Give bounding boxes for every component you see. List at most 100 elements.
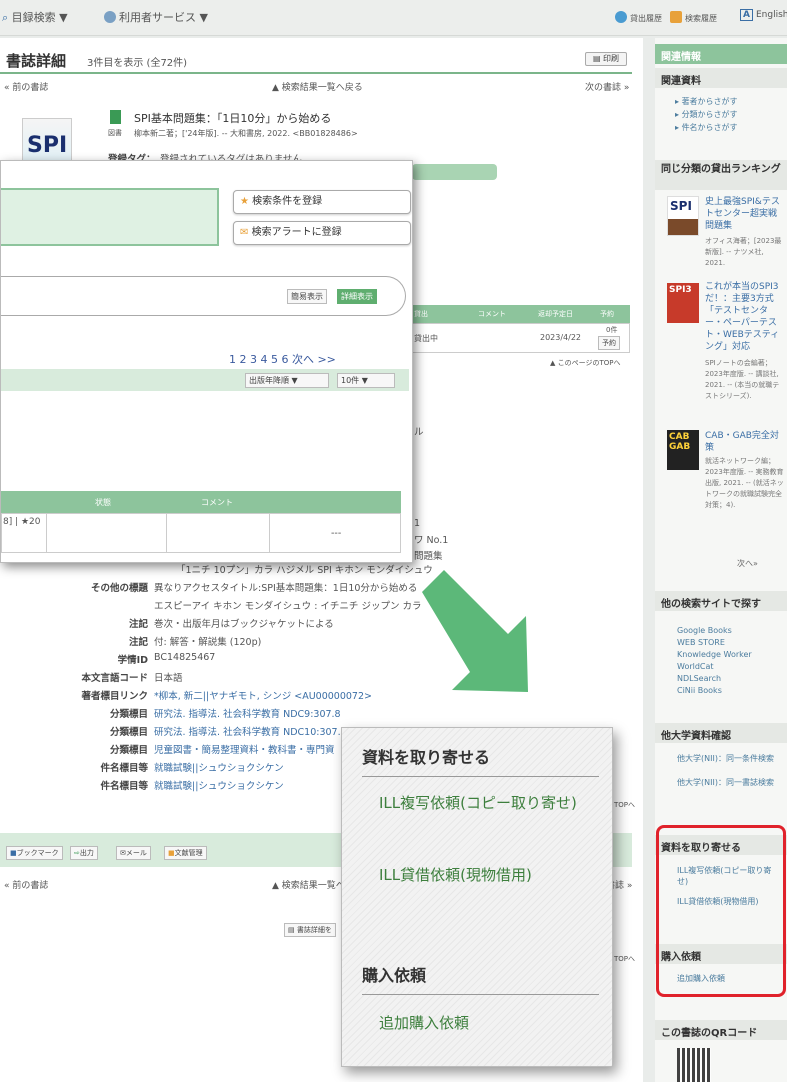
site-link-knowledge-worker[interactable]: Knowledge Worker xyxy=(677,650,752,659)
rank-title-2[interactable]: これが本当のSPI3だ！：主要3方式「テストセンター・ペーパーテスト・WEBテス… xyxy=(705,281,785,353)
rank-cover-3[interactable]: CAB GAB xyxy=(667,430,699,470)
user-services-menu[interactable]: 利用者サービス ▼ xyxy=(104,9,208,25)
sidebar-link-label: 件名からさがす xyxy=(681,123,738,132)
save-search-button[interactable]: ★ 検索条件を登録 xyxy=(233,190,411,214)
reference-label: 文献管理 xyxy=(174,849,203,857)
panel-ill-copy-link[interactable]: ILL複写依頼(コピー取り寄せ) xyxy=(379,790,599,816)
other-sites-heading: 他の検索サイトで探す xyxy=(655,591,787,611)
footer-print-label: 書誌詳細を xyxy=(296,926,332,934)
sidebar-link-subject[interactable]: ▸ 件名からさがす xyxy=(675,122,738,133)
sidebar-link-label: 分類からさがす xyxy=(681,110,738,119)
catalog-search-menu[interactable]: ⌕ 目録検索 ▼ xyxy=(2,9,68,25)
catalog-search-label: 目録検索 ▼ xyxy=(11,11,68,24)
bookmark-label: ブックマーク xyxy=(16,849,59,857)
prev-record-link[interactable]: « 前の書誌 xyxy=(4,80,48,93)
per-page-select[interactable]: 10件 ▼ xyxy=(337,373,395,388)
material-type: 図書 xyxy=(108,129,122,137)
top-link[interactable]: TOPへ xyxy=(614,800,635,810)
user-icon xyxy=(104,11,116,23)
rank-title-1[interactable]: 史上最強SPI&テストセンター超実戦問題集 xyxy=(705,196,785,232)
site-link-google[interactable]: Google Books xyxy=(677,626,732,635)
pointer-arrow xyxy=(422,570,528,692)
site-link-ndlsearch[interactable]: NDLSearch xyxy=(677,674,721,683)
univ-link-condition[interactable]: 他大学(NII)：同一条件検索 xyxy=(677,753,782,764)
print-label: 印刷 xyxy=(603,54,620,63)
site-link-cinii[interactable]: CiNii Books xyxy=(677,686,722,695)
history-icon xyxy=(615,11,627,23)
tag-input[interactable] xyxy=(412,164,497,180)
detail-value: 研究法. 指導法. 社会科学教育 NDC9:307.8 xyxy=(154,709,341,720)
reference-button[interactable]: ■文献管理 xyxy=(164,846,207,860)
detail-value[interactable]: 就職試験||シュウショクシケン xyxy=(154,760,284,774)
footer-prev-link[interactable]: « 前の書誌 xyxy=(4,878,48,891)
header-divider xyxy=(0,72,632,74)
simple-view-button[interactable]: 簡易表示 xyxy=(287,289,327,304)
back-to-results-link[interactable]: ▲ 検索結果一覧へ戻る xyxy=(272,80,363,93)
detail-value[interactable]: 就職試験||シュウショクシケン xyxy=(154,778,284,792)
qr-code xyxy=(677,1048,711,1082)
english-label: English xyxy=(755,10,787,20)
detail-view-button[interactable]: 詳細表示 xyxy=(337,289,377,304)
printer-icon: ▤ xyxy=(288,926,295,934)
rank-cover-text: CAB GAB xyxy=(669,432,691,452)
site-link-worldcat[interactable]: WorldCat xyxy=(677,662,714,671)
sidebar-link-author[interactable]: ▸ 著者からさがす xyxy=(675,96,738,107)
site-link-webstore[interactable]: WEB STORE xyxy=(677,638,725,647)
output-button[interactable]: ⇨出力 xyxy=(70,846,98,860)
detail-value: エスピーアイ キホン モンダイシュウ : イチニチ ジップン カラ xyxy=(154,601,422,612)
text-fragment: ル xyxy=(414,427,424,438)
mail-button[interactable]: ✉メール xyxy=(116,846,151,860)
panel-purchase-link[interactable]: 追加購入依頼 xyxy=(379,1010,599,1036)
overlay-row-mark: 8] | ★20 xyxy=(3,517,41,527)
book-publication: 柳本新二著；['24年版]. -- 大和書房, 2022. <BB0182848… xyxy=(134,129,358,138)
search-history-link[interactable]: 検索履歴 xyxy=(670,11,717,24)
rank-sub-1: オフィス海著；[2023最新版]. -- ナツメ社, 2021. xyxy=(705,237,782,267)
search-box[interactable] xyxy=(1,188,219,246)
detail-label: 本文言語コード xyxy=(81,673,148,684)
print-button[interactable]: ▤ 印刷 xyxy=(585,52,627,66)
ranking-next-link[interactable]: 次へ» xyxy=(737,558,758,569)
book-icon xyxy=(110,110,121,124)
detail-label: 著者標目リンク xyxy=(81,691,148,702)
panel-ill-loan-link[interactable]: ILL貸借依頼(現物借用) xyxy=(379,862,599,888)
search-history-label: 検索履歴 xyxy=(685,14,717,23)
search-alert-label: 検索アラートに登録 xyxy=(251,227,342,238)
text-fragment: 1 xyxy=(414,518,421,529)
rank-sub-2: SPIノートの会編著；2023年度版. -- 講談社, 2021. -- (本当… xyxy=(705,359,780,400)
rank-cover-1[interactable]: SPI xyxy=(667,196,699,236)
history-link[interactable]: 貸出履歴 xyxy=(615,11,662,24)
english-link[interactable]: A English xyxy=(740,9,787,21)
detail-label: 分類標目 xyxy=(109,745,148,756)
page-top-link[interactable]: ▲ このページのTOPへ xyxy=(550,358,620,368)
detail-value[interactable]: *柳本, 新二||ヤナギモト, シンジ <AU00000072> xyxy=(154,688,372,702)
detail-label: その他の標題 xyxy=(90,583,148,594)
next-record-label: 次の書誌 xyxy=(585,83,622,93)
holdings-col-reserve: 予約 xyxy=(600,310,614,318)
search-alert-button[interactable]: ✉ 検索アラートに登録 xyxy=(233,221,411,245)
title-reading: 「1ニチ 10プン」カラ ハジメル SPI キホン モンダイシュウ xyxy=(176,565,433,576)
next-record-link[interactable]: 次の書誌 » xyxy=(585,80,629,93)
sort-select[interactable]: 出版年降順 ▼ xyxy=(245,373,329,388)
detail-label: 分類標目 xyxy=(109,709,148,720)
detail-value: 日本語 xyxy=(154,673,183,684)
page-title: 書誌詳細 xyxy=(6,52,67,70)
sidebar-link-class[interactable]: ▸ 分類からさがす xyxy=(675,109,738,120)
detail-value: 異なりアクセスタイトル:SPI基本問題集：1日10分から始める xyxy=(154,583,418,594)
top-bar: ⌕ 目録検索 ▼ 利用者サービス ▼ 貸出履歴 検索履歴 A English xyxy=(0,0,787,36)
footer-print-button[interactable]: ▤ 書誌詳細を xyxy=(284,923,336,937)
univ-link-record[interactable]: 他大学(NII)：同一書誌検索 xyxy=(677,777,782,788)
sort-value: 出版年降順 xyxy=(249,376,289,385)
bookmark-button[interactable]: ■ブックマーク xyxy=(6,846,63,860)
overlay-row-dash: --- xyxy=(331,528,342,539)
top-link[interactable]: TOPへ xyxy=(614,954,635,964)
pagination[interactable]: 1 2 3 4 5 6 次へ >> xyxy=(229,351,336,367)
reserve-button[interactable]: 予約 xyxy=(598,336,620,350)
arrow-shape xyxy=(422,570,528,692)
footer-back-link[interactable]: ▲ 検索結果一覧へ xyxy=(272,878,345,891)
footer-back-label: 検索結果一覧へ xyxy=(281,881,345,891)
detail-value: 付: 解答・解説集 (120p) xyxy=(154,637,262,648)
rank-title-3[interactable]: CAB・GAB完全対策 xyxy=(705,430,785,454)
rank-sub-3: 就活ネットワーク編；2023年度版. -- 実務教育出版, 2021. -- (… xyxy=(705,457,784,509)
footer-prev-label: 前の書誌 xyxy=(12,881,49,891)
rank-cover-2[interactable]: SPI3 xyxy=(667,283,699,323)
